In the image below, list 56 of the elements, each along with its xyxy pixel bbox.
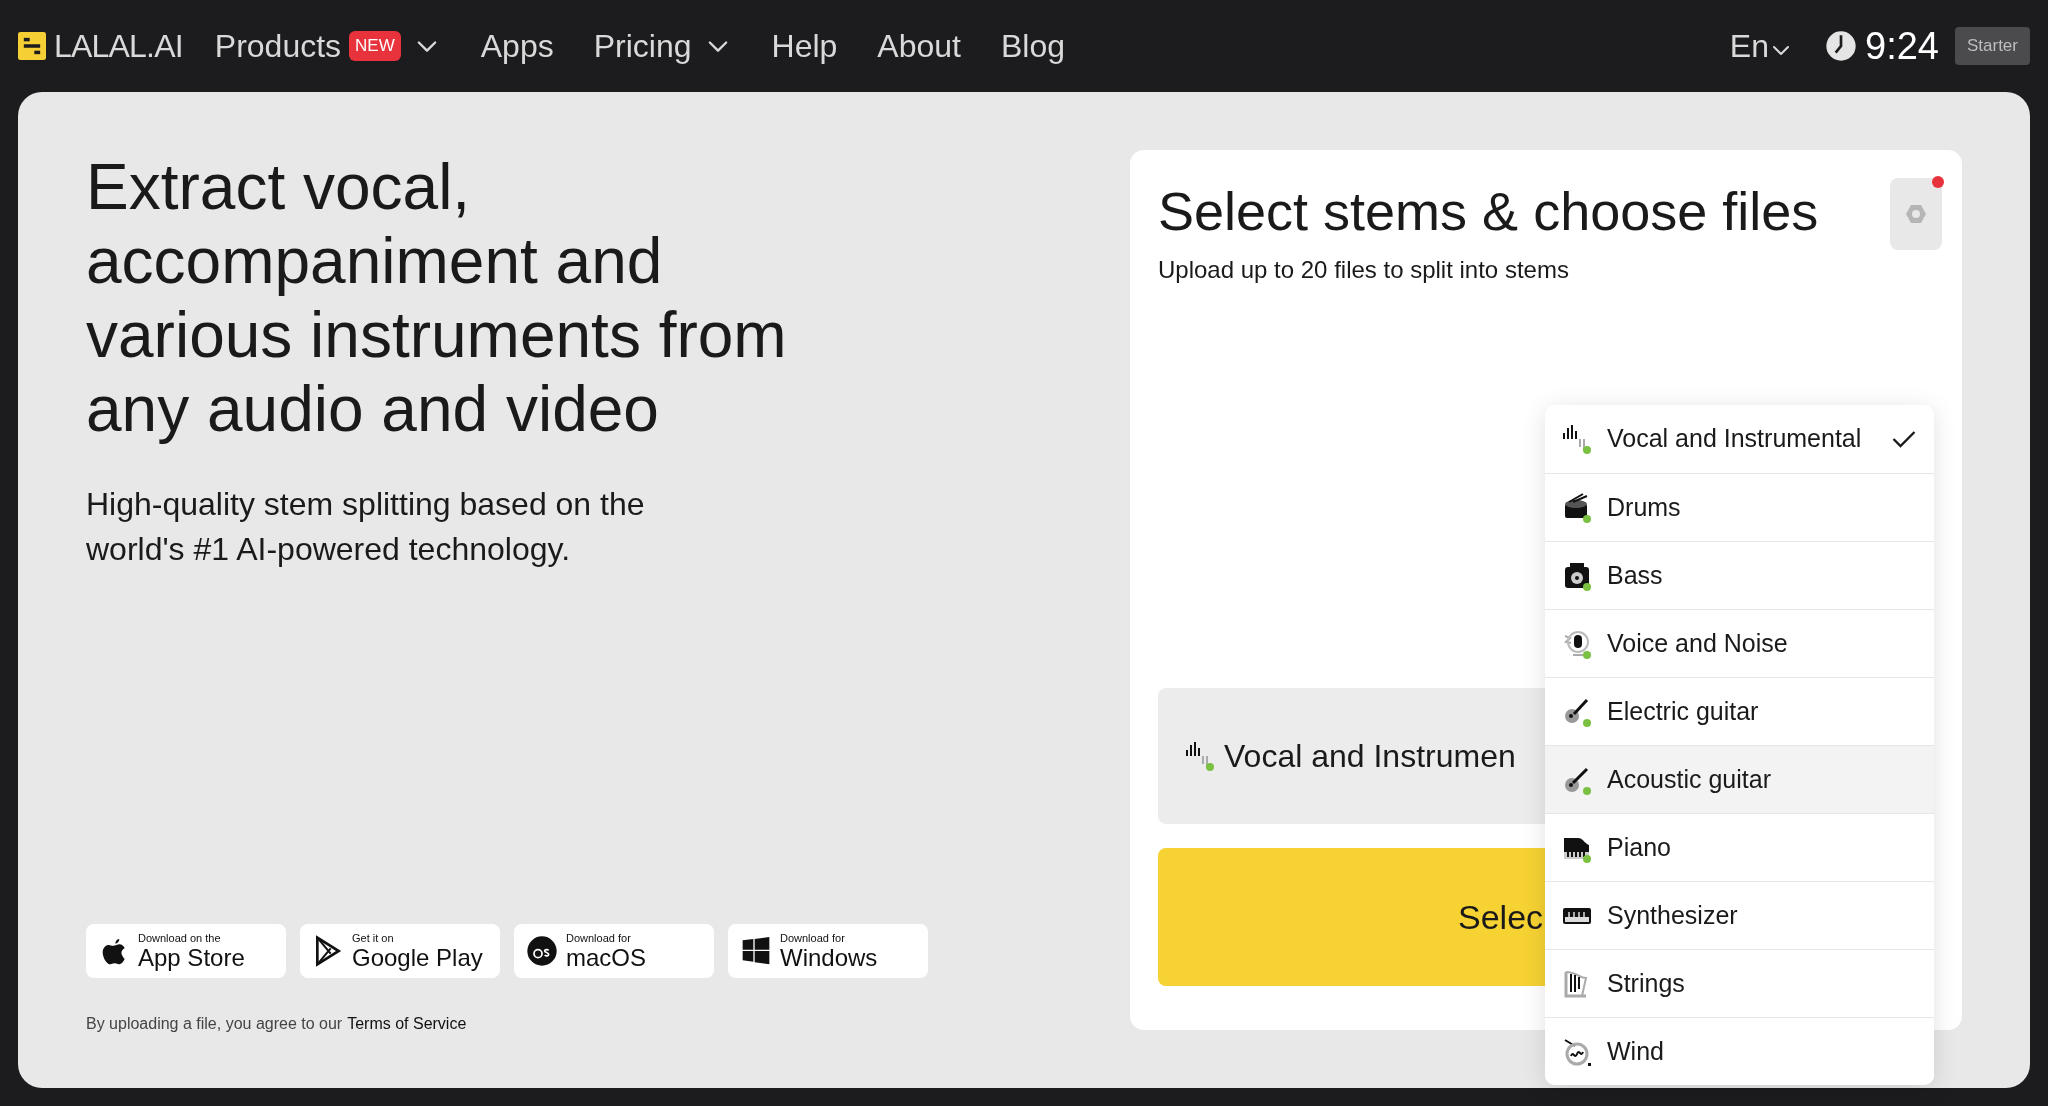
- stem-option-label: Wind: [1607, 1035, 1664, 1067]
- stem-option[interactable]: Voice and Noise: [1545, 609, 1934, 677]
- stem-option-label: Electric guitar: [1607, 695, 1759, 727]
- stem-option[interactable]: Bass: [1545, 541, 1934, 609]
- time-text: 9:24: [1865, 23, 1939, 69]
- new-badge: NEW: [349, 31, 401, 61]
- nav-link[interactable]: About: [877, 22, 961, 70]
- nav-link[interactable]: Apps: [480, 22, 554, 70]
- download-caption: Download on the: [138, 932, 222, 944]
- card-subtitle: Upload up to 20 files to split into stems: [1158, 255, 1570, 285]
- card-title: Select stems & choose files: [1158, 182, 1819, 242]
- download-button[interactable]: Download on the App Store: [86, 924, 286, 978]
- settings-button[interactable]: [1890, 178, 1942, 250]
- store-name: macOS: [566, 945, 646, 970]
- stem-option[interactable]: Vocal and Instrumental: [1545, 405, 1934, 473]
- stem-select-value: Vocal and Instrumen: [1224, 737, 1516, 776]
- settings-icon: [1904, 202, 1928, 226]
- stem-option[interactable]: Wind: [1545, 1017, 1934, 1085]
- stem-option[interactable]: Acoustic guitar: [1545, 745, 1934, 813]
- download-caption: Get it on: [352, 932, 395, 944]
- stem-option-label: Bass: [1607, 559, 1663, 591]
- stem-option[interactable]: Strings: [1545, 949, 1934, 1017]
- download-button[interactable]: Get it on Google Play: [300, 924, 500, 978]
- stem-option-label: Vocal and Instrumental: [1607, 423, 1862, 455]
- nav-link[interactable]: Pricing: [593, 22, 732, 70]
- download-button[interactable]: Download for macOS: [514, 924, 714, 978]
- nav-link[interactable]: Help: [771, 22, 838, 70]
- logo-text[interactable]: LALAL.AI: [54, 22, 183, 70]
- download-caption: Download for: [780, 932, 846, 944]
- sound-bars-icon: [1184, 740, 1216, 772]
- stem-option[interactable]: Drums: [1545, 473, 1934, 541]
- stem-option-label: Acoustic guitar: [1607, 763, 1771, 795]
- windows-icon: [740, 935, 772, 967]
- download-caption: Download for: [566, 932, 632, 944]
- stem-option-label: Drums: [1607, 491, 1681, 523]
- stem-option[interactable]: Synthesizer: [1545, 881, 1934, 949]
- terms-text: By uploading a file, you agree to our: [86, 1014, 343, 1034]
- store-name: App Store: [138, 945, 245, 970]
- language-selector[interactable]: En: [1729, 22, 1793, 70]
- store-name: Windows: [780, 945, 878, 970]
- stem-option[interactable]: Electric guitar: [1545, 677, 1934, 745]
- logo-icon: [18, 32, 46, 60]
- os-circle-icon: [526, 935, 558, 967]
- sound-bars-icon: [1561, 423, 1593, 455]
- download-button[interactable]: Download for Windows: [728, 924, 928, 978]
- clock-icon: [1825, 30, 1857, 62]
- nav-link[interactable]: Blog: [1000, 22, 1065, 70]
- terms-link[interactable]: Terms of Service: [347, 1012, 467, 1036]
- hero-subtitle: High-quality stem splitting based on the world's #1 AI-powered technology.: [86, 485, 646, 569]
- stem-option[interactable]: Piano: [1545, 813, 1934, 881]
- nav-link[interactable]: Products NEW: [214, 22, 441, 70]
- hero-heading: Extract vocal, accompaniment and various instruments from any audio and video: [86, 150, 788, 446]
- stem-option-label: Synthesizer: [1607, 899, 1738, 931]
- store-name: Google Play: [352, 945, 483, 970]
- stem-option-label: Voice and Noise: [1607, 627, 1788, 659]
- plan-badge[interactable]: Starter: [1954, 27, 2030, 65]
